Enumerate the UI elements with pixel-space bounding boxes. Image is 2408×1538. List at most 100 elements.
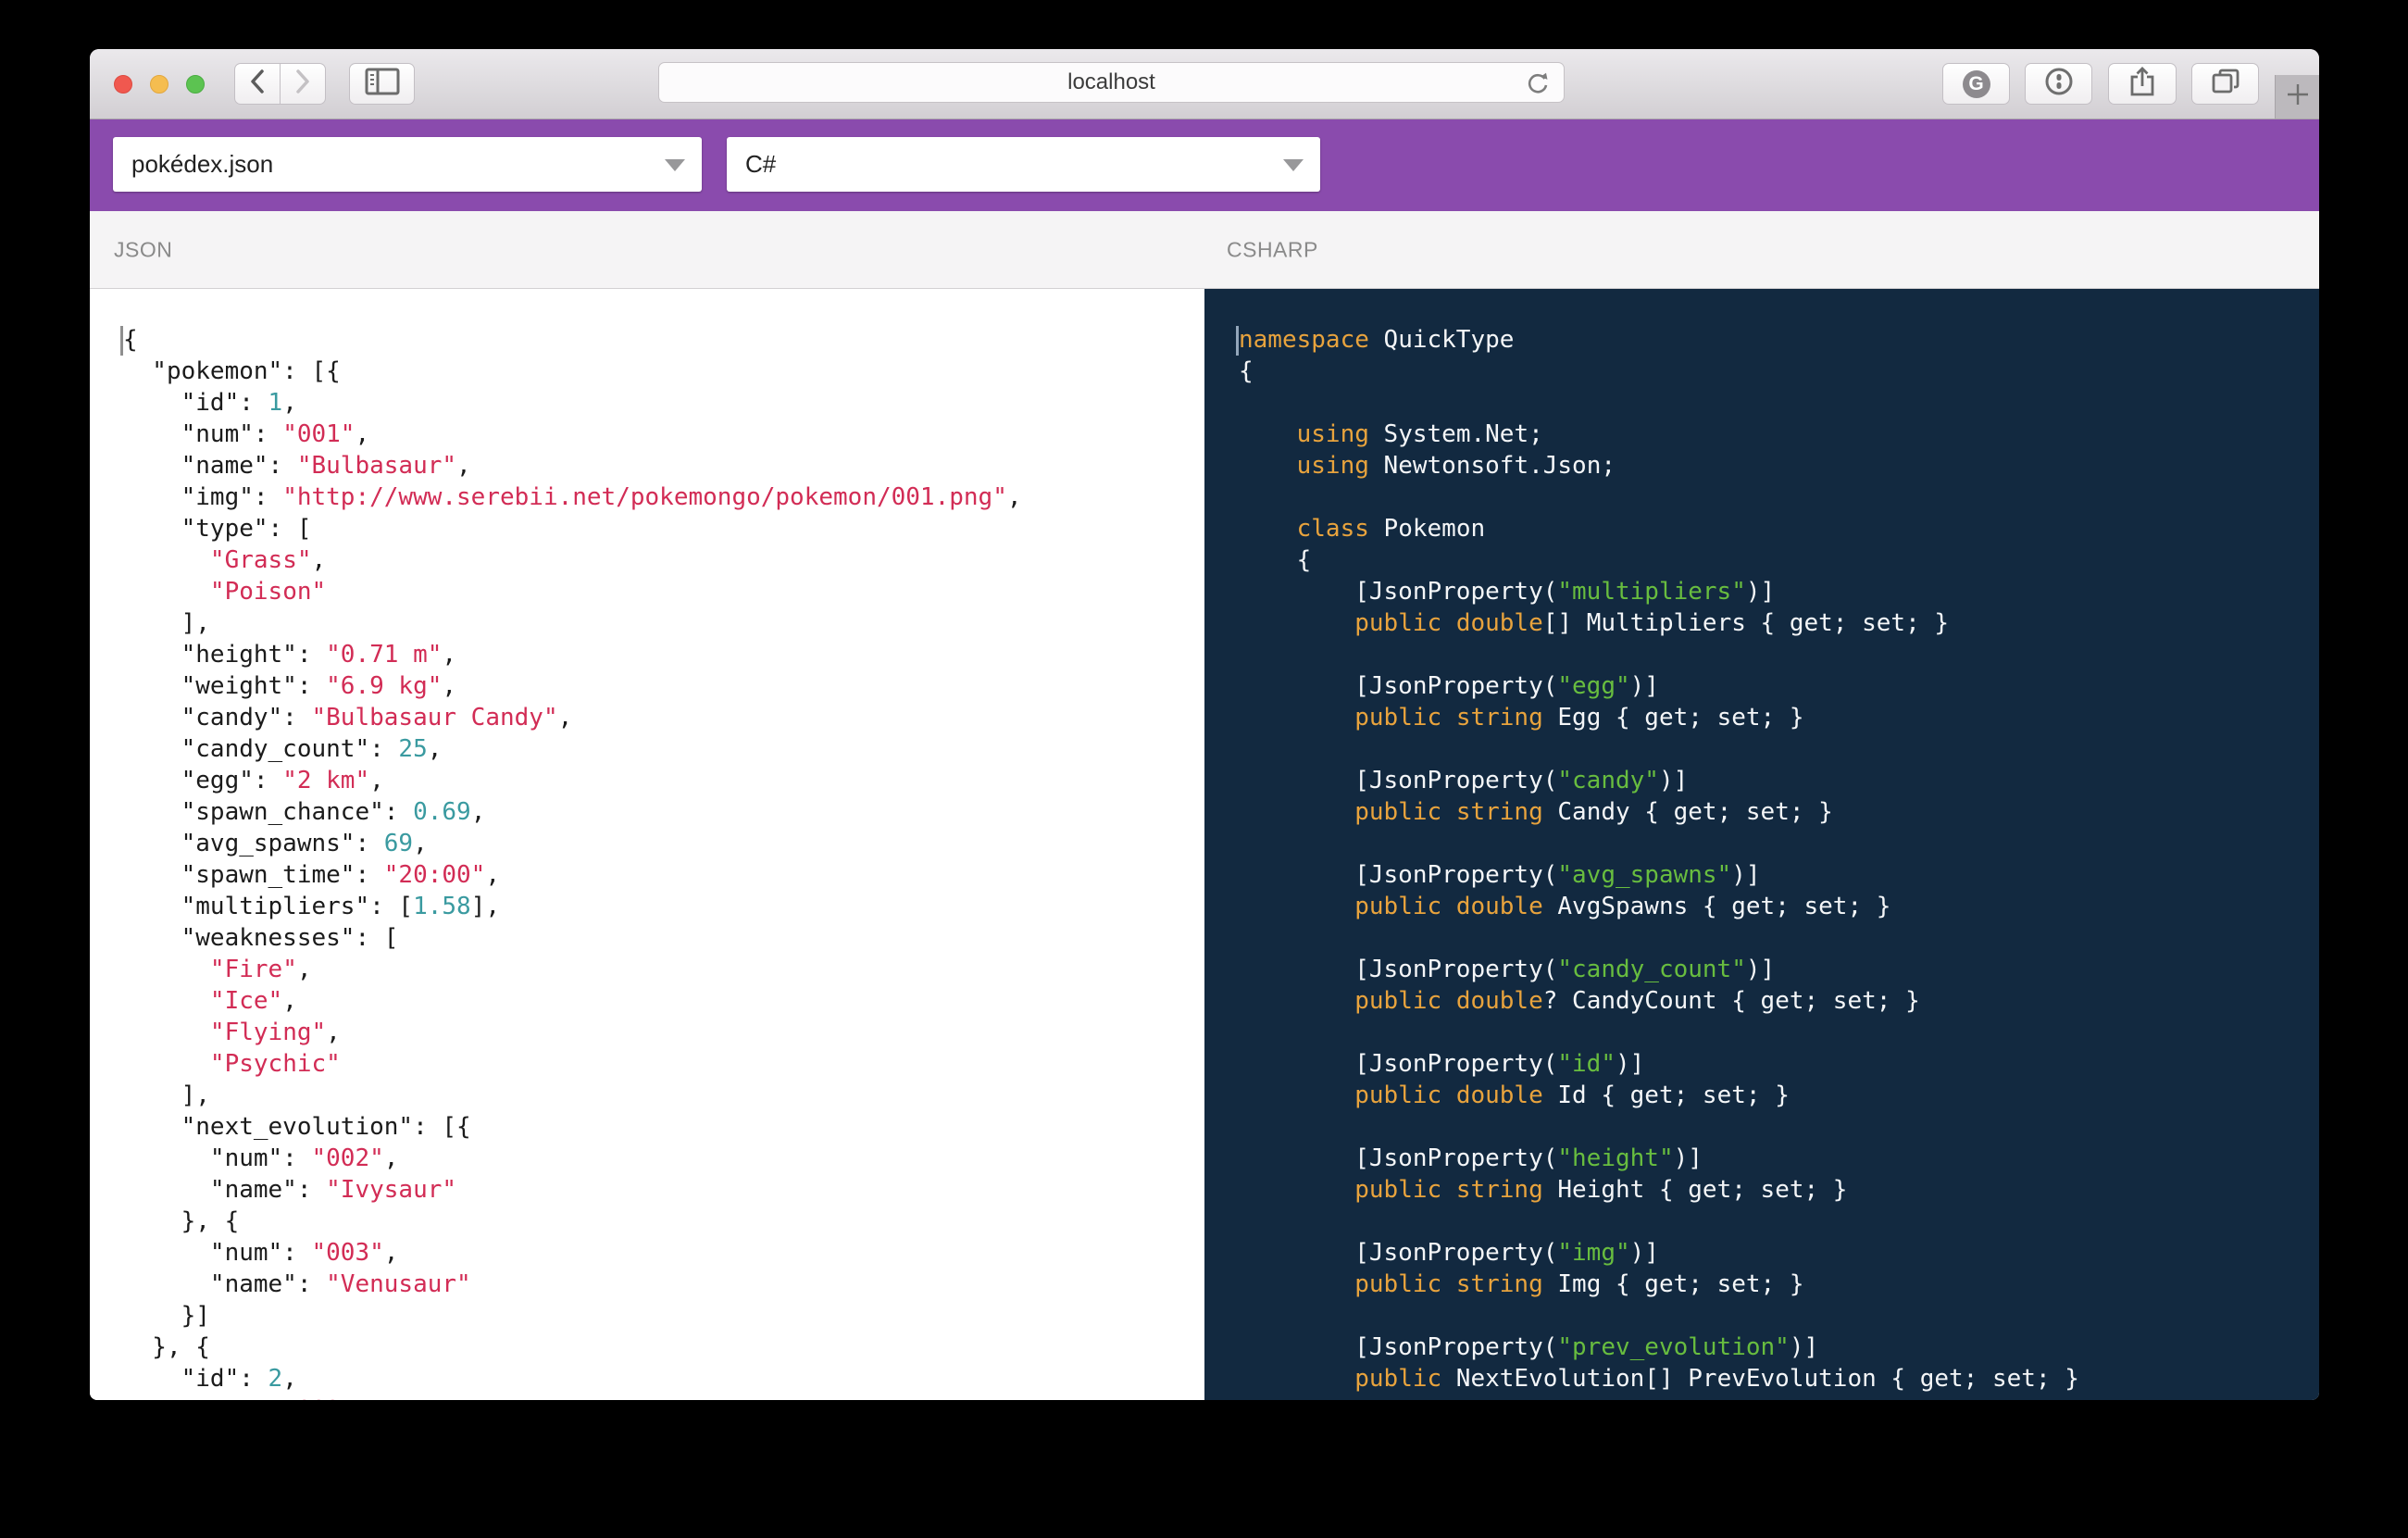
code-line: "Flying", <box>209 1019 341 1046</box>
forward-button[interactable] <box>280 63 326 105</box>
code-line: { <box>1239 357 1254 385</box>
csharp-output-pane[interactable]: namespace QuickType { using System.Net; u… <box>1204 289 2319 1400</box>
code-line: "num": "001", <box>123 420 370 448</box>
json-code: { "pokemon": [{ "id": 1, "num": "001", "… <box>123 324 1022 1400</box>
g-circle-icon: G <box>1962 69 1990 98</box>
code-line: "avg_spawns": 69, <box>123 830 428 857</box>
language-dropdown[interactable]: C# <box>727 137 1320 192</box>
code-line: "multipliers": [1.58], <box>123 893 501 920</box>
source-file-dropdown[interactable]: pokédex.json <box>113 137 702 192</box>
code-line: [JsonProperty("candy_count")] <box>1239 956 1776 983</box>
code-line: "Fire", <box>209 956 312 983</box>
code-line: "name": "Ivysaur" <box>123 1176 457 1204</box>
code-line: "egg": "2 km", <box>123 767 384 794</box>
code-line: "Grass", <box>209 546 327 574</box>
back-chevron-icon <box>247 68 268 100</box>
code-line: [JsonProperty("multipliers")] <box>1239 578 1776 606</box>
code-line: { <box>123 326 138 354</box>
address-bar[interactable]: localhost <box>658 62 1565 103</box>
code-line: [JsonProperty("candy")] <box>1239 767 1689 794</box>
code-line: "Psychic" <box>209 1050 341 1078</box>
code-line: "num": "003", <box>123 1239 399 1267</box>
code-line: [JsonProperty("img")] <box>1239 1239 1659 1267</box>
code-line: public string Candy { get; set; } <box>1354 798 1833 826</box>
code-line: "next_evolution": [{ <box>123 1113 471 1141</box>
language-value: C# <box>745 150 777 178</box>
code-line: public double Id { get; set; } <box>1354 1082 1790 1109</box>
reload-icon <box>1528 72 1548 94</box>
code-line: "name": "Bulbasaur", <box>123 452 471 480</box>
code-line: "id": 2, <box>123 1365 297 1393</box>
code-line: "Poison" <box>209 578 327 606</box>
code-line: [JsonProperty("prev_evolution")] <box>1239 1333 1819 1361</box>
window-controls <box>114 75 205 94</box>
code-line: "height": "0.71 m", <box>123 641 457 669</box>
code-line: "name": "Venusaur" <box>123 1270 471 1298</box>
code-line: public double? CandyCount { get; set; } <box>1354 987 1920 1015</box>
back-button[interactable] <box>234 63 281 105</box>
keyhole-icon <box>2044 67 2074 101</box>
code-line: "num": "002" <box>123 1394 1022 1400</box>
code-line: }] <box>123 1302 210 1330</box>
code-line: "spawn_chance": 0.69, <box>123 798 486 826</box>
app-toolbar: pokédex.json C# <box>90 119 2319 211</box>
code-line: [JsonProperty("avg_spawns")] <box>1239 861 1761 889</box>
new-tab-button[interactable] <box>2275 75 2319 119</box>
csharp-pane-label: CSHARP <box>1227 237 1318 261</box>
json-pane-label: JSON <box>114 237 173 261</box>
url-text: localhost <box>1067 69 1155 94</box>
code-line: namespace QuickType <box>1239 326 1515 354</box>
editor-split-view: { "pokemon": [{ "id": 1, "num": "001", "… <box>90 289 2319 1400</box>
zoom-window-button[interactable] <box>186 75 205 94</box>
code-line: public string Height { get; set; } <box>1354 1176 1848 1204</box>
reload-button[interactable] <box>1525 70 1551 103</box>
code-line: public string Egg { get; set; } <box>1354 704 1804 731</box>
code-line: "candy": "Bulbasaur Candy", <box>123 704 573 731</box>
code-line: "spawn_time": "20:00", <box>123 861 500 889</box>
code-line: "weight": "6.9 kg", <box>123 672 457 700</box>
chevron-down-icon <box>1283 159 1304 171</box>
tabs-icon <box>2210 67 2241 101</box>
sidebar-toggle-button[interactable] <box>349 63 415 105</box>
share-button[interactable] <box>2108 63 2177 105</box>
code-line: "candy_count": 25, <box>123 735 443 763</box>
code-line: ], <box>123 1082 210 1109</box>
code-line: "num": "002", <box>123 1144 399 1172</box>
browser-titlebar: localhost G <box>90 49 2319 119</box>
code-line: [JsonProperty("egg")] <box>1239 672 1659 700</box>
code-line: "Ice", <box>209 987 297 1015</box>
minimize-window-button[interactable] <box>150 75 168 94</box>
tab-overview-button[interactable] <box>2191 63 2259 105</box>
code-line: }, { <box>123 1207 240 1235</box>
csharp-code: namespace QuickType { using System.Net; u… <box>1239 324 2079 1394</box>
password-manager-button[interactable] <box>2025 63 2092 105</box>
code-line: [JsonProperty("id")] <box>1239 1050 1645 1078</box>
extension-g-button[interactable]: G <box>1942 63 2010 105</box>
code-line: "img": "http://www.serebii.net/pokemongo… <box>123 483 1022 511</box>
code-line: using Newtonsoft.Json; <box>1296 452 1616 480</box>
code-line: public string Img { get; set; } <box>1354 1270 1804 1298</box>
browser-window: localhost G pokédex.json C# JSON CSHARP … <box>90 49 2319 1400</box>
forward-chevron-icon <box>293 68 313 100</box>
code-line: using System.Net; <box>1296 420 1543 448</box>
json-editor-pane[interactable]: { "pokemon": [{ "id": 1, "num": "001", "… <box>90 289 1204 1400</box>
code-line: "weaknesses": [ <box>123 924 399 952</box>
close-window-button[interactable] <box>114 75 132 94</box>
pane-header-strip: JSON CSHARP <box>90 211 2319 289</box>
desktop: { "browser": { "url": "localhost", "plus… <box>0 0 2408 1538</box>
code-line: { <box>1239 546 1312 574</box>
code-line: public NextEvolution[] PrevEvolution { g… <box>1354 1365 2079 1393</box>
code-line: "id": 1, <box>123 389 297 417</box>
code-line: public double AvgSpawns { get; set; } <box>1354 893 1891 920</box>
sidebar-icon <box>365 68 400 100</box>
code-line: "pokemon": [{ <box>123 357 341 385</box>
plus-icon <box>2285 81 2311 112</box>
